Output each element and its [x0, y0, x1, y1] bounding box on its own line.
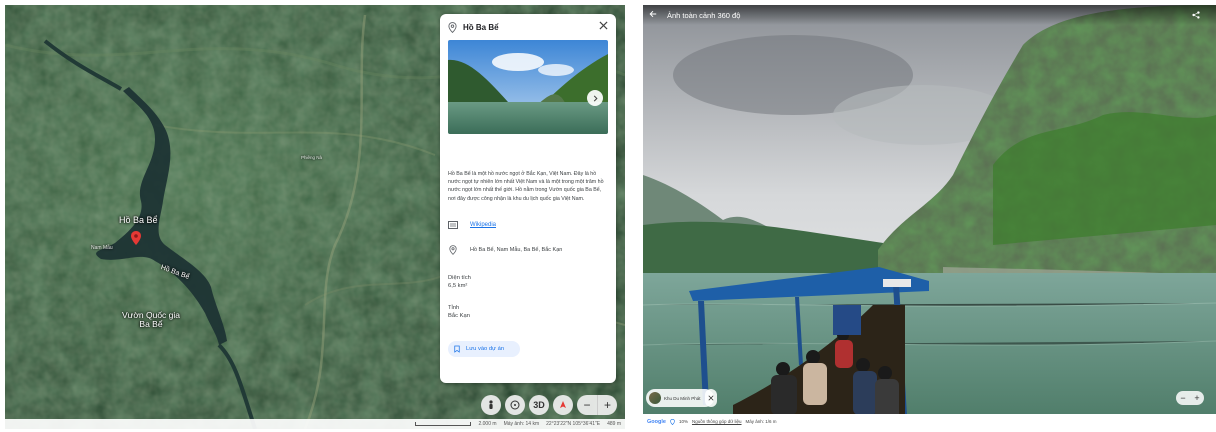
close-icon — [708, 395, 714, 401]
compass-icon — [510, 400, 520, 410]
knowledge-panel: Hồ Ba Bể Hồ Ba Bể là một hồ nước ngọt ở … — [440, 14, 616, 383]
north-arrow-icon — [560, 401, 566, 408]
province-value: Bắc Kạn — [448, 312, 470, 319]
streetview-zoom-control: − + — [1176, 391, 1204, 405]
national-park-label[interactable]: Vườn Quốc gia Ba Bể — [121, 311, 181, 329]
chevron-right-icon — [593, 95, 598, 101]
address-row: Hồ Ba Bể, Nam Mẫu, Ba Bể, Bắc Kạn — [440, 245, 616, 255]
streetview-title: Ảnh toàn cảnh 360 độ — [667, 10, 741, 20]
photo-author-chip[interactable]: Khu Du Minh Phát — [646, 389, 714, 407]
north-button[interactable] — [553, 395, 573, 415]
zoom-in-button[interactable]: + — [597, 395, 617, 415]
coordinates: 22°23'22"N 105°36'41"E — [546, 421, 601, 427]
pegman-button[interactable] — [481, 395, 501, 415]
pin-outline-icon — [670, 418, 675, 425]
next-photo-button[interactable] — [587, 90, 603, 106]
elevation: 489 m — [607, 421, 621, 427]
author-avatar — [649, 392, 661, 404]
earth-status-bar: 2.000 m Máy ảnh: 14 km 22°23'22"N 105°36… — [5, 419, 625, 429]
footer-camera: Máy ảnh: 1/6 m — [745, 419, 777, 424]
lake-label[interactable]: Hồ Ba Bể — [119, 215, 158, 225]
author-name: Khu Du Minh Phát — [664, 395, 701, 401]
bookmark-icon — [454, 345, 460, 353]
share-icon — [1192, 11, 1200, 19]
area-label: Diện tích — [448, 274, 471, 281]
place-photo[interactable] — [448, 40, 608, 134]
save-to-project-button[interactable]: Lưu vào dự án — [448, 340, 520, 357]
share-button[interactable] — [1192, 11, 1200, 21]
streetview-panorama[interactable]: Ảnh toàn cảnh 360 độ Khu Du Minh Phát − … — [643, 5, 1216, 429]
save-to-project-label: Lưu vào dự án — [466, 345, 505, 352]
sv-zoom-in-button[interactable]: + — [1190, 391, 1204, 405]
area-value: 6,5 km² — [448, 282, 468, 289]
google-logo: Google — [647, 418, 666, 425]
earth-map-view[interactable]: Hồ Ba Bể Nam Mẫu Hồ Ba Bể Vườn Quốc gia … — [5, 5, 625, 429]
close-panel-button[interactable] — [599, 21, 608, 33]
footer-zoom: 10% — [678, 419, 688, 424]
address-text: Hồ Ba Bể, Nam Mẫu, Ba Bể, Bắc Kạn — [470, 246, 563, 253]
panorama-image[interactable] — [643, 5, 1216, 429]
arrow-left-icon — [649, 10, 657, 18]
contribute-data-link[interactable]: Nguồn thông góp dữ liệu — [692, 419, 742, 424]
place-label[interactable]: Phiêng Nà — [301, 155, 322, 160]
lake-photo — [448, 40, 608, 134]
panel-header: Hồ Ba Bể — [440, 14, 616, 40]
article-icon — [448, 220, 458, 230]
close-icon — [599, 21, 608, 30]
wikipedia-row: Wikipedia — [440, 220, 616, 230]
province-attribute: Tỉnh Bắc Kạn — [440, 304, 616, 320]
wikipedia-link[interactable]: Wikipedia — [470, 222, 496, 228]
scale-text: 2.000 m — [478, 421, 497, 427]
place-marker-icon — [448, 21, 457, 33]
zoom-out-button[interactable]: − — [577, 395, 597, 415]
zoom-control: − + — [577, 395, 617, 415]
map-controls: 3D − + — [481, 394, 617, 416]
place-description: Hồ Ba Bể là một hồ nước ngọt ở Bắc Kạn, … — [448, 171, 604, 202]
location-pin-icon[interactable] — [131, 231, 141, 245]
sv-zoom-out-button[interactable]: − — [1176, 391, 1190, 405]
province-label: Tỉnh — [448, 304, 460, 311]
close-streetview-button[interactable] — [705, 389, 717, 407]
back-button[interactable] — [649, 10, 657, 20]
area-attribute: Diện tích 6,5 km² — [440, 274, 616, 290]
scale-bar — [415, 422, 472, 426]
view-3d-button[interactable]: 3D — [529, 395, 549, 415]
panel-title: Hồ Ba Bể — [463, 22, 499, 32]
address-marker-icon — [448, 245, 458, 255]
person-icon — [489, 400, 493, 409]
screen: Hồ Ba Bể Nam Mẫu Hồ Ba Bể Vườn Quốc gia … — [0, 0, 1216, 432]
compass-button[interactable] — [505, 395, 525, 415]
streetview-footer: Google 10% Nguồn thông góp dữ liệu Máy ả… — [643, 414, 1216, 429]
village-label[interactable]: Nam Mẫu — [91, 245, 113, 251]
camera-altitude: Máy ảnh: 14 km — [503, 421, 540, 427]
streetview-topbar: Ảnh toàn cảnh 360 độ — [643, 5, 1216, 25]
